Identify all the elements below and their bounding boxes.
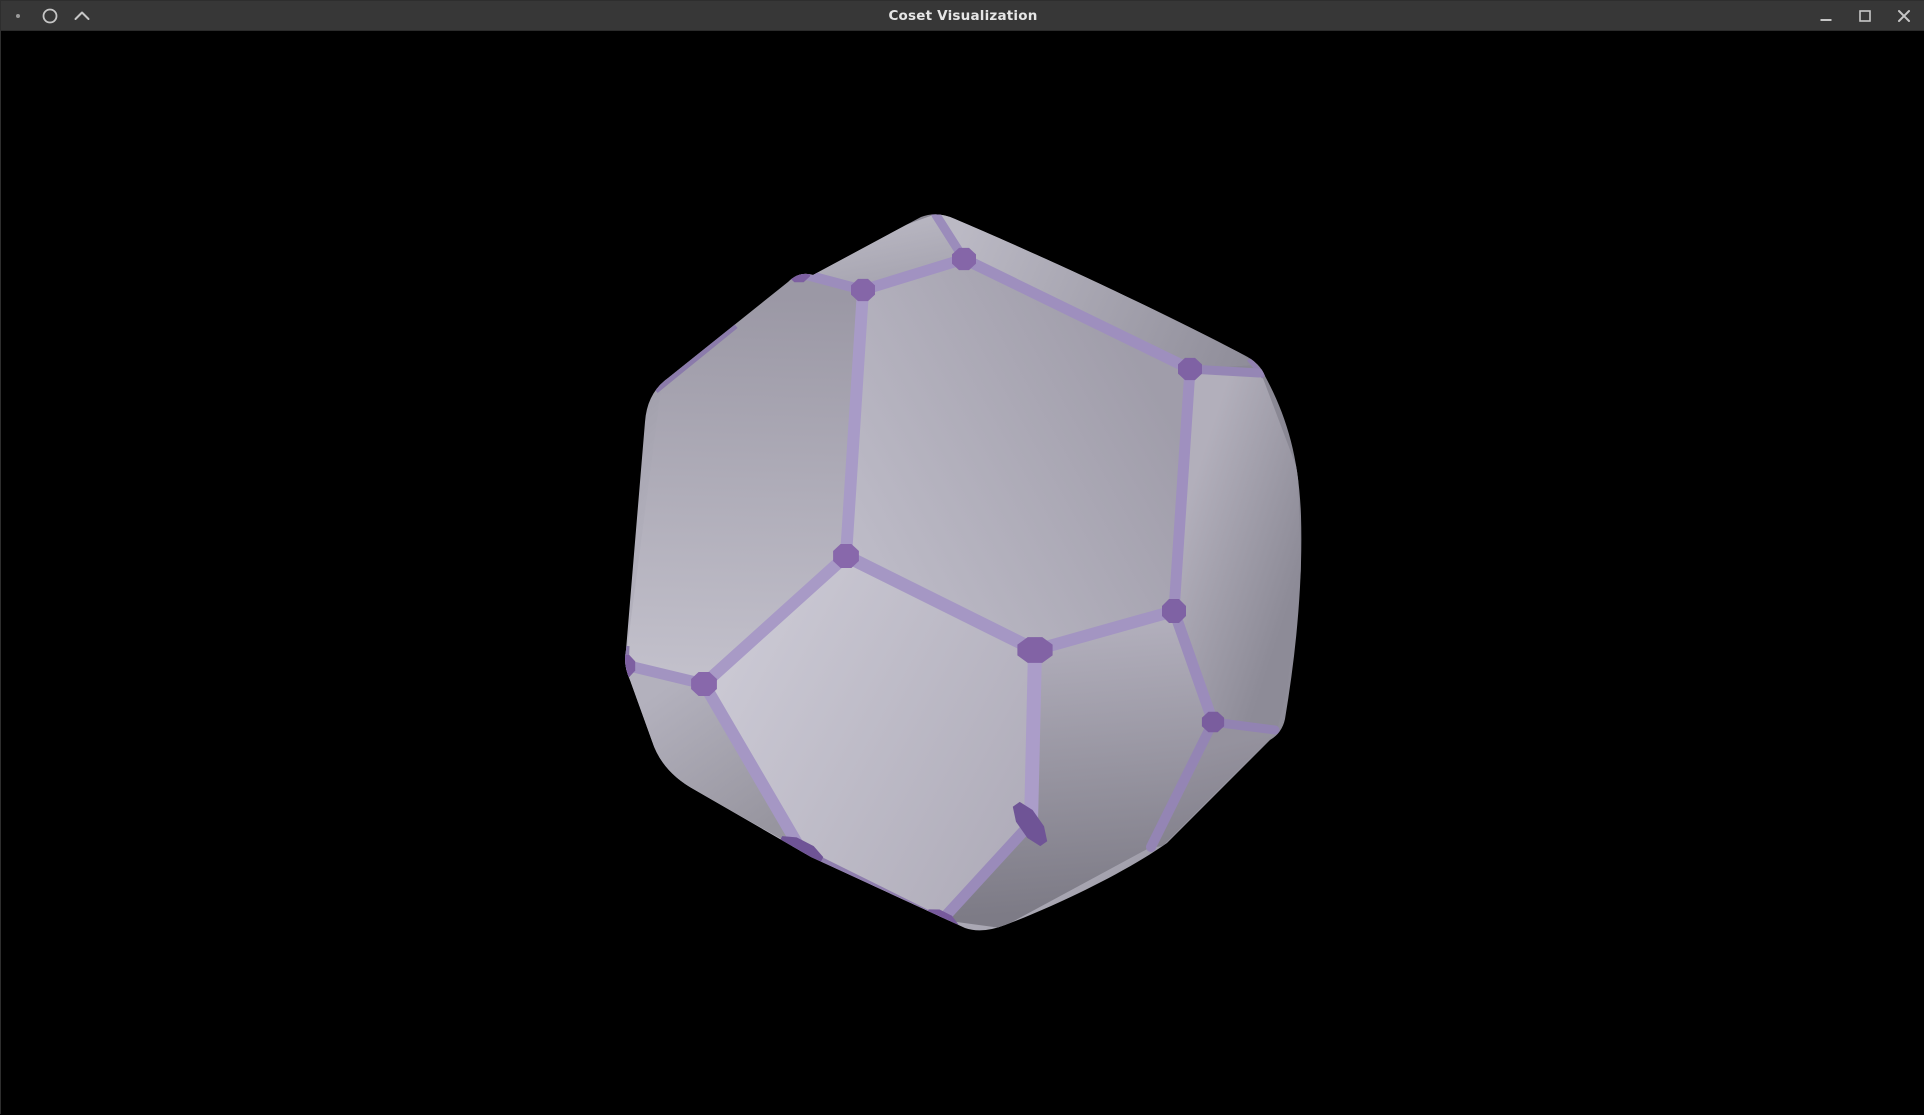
polyhedron-vertex bbox=[1202, 712, 1224, 732]
minimize-icon[interactable] bbox=[1817, 7, 1835, 25]
polyhedron-vertex bbox=[788, 262, 810, 282]
window-title: Coset Visualization bbox=[1, 1, 1924, 31]
close-icon[interactable] bbox=[1895, 7, 1913, 25]
polyhedron-vertex bbox=[1017, 637, 1052, 663]
chevron-up-icon[interactable] bbox=[73, 7, 91, 25]
polyhedron-vertex bbox=[952, 248, 976, 270]
window-controls bbox=[1817, 1, 1913, 31]
polyhedron-canvas bbox=[1, 31, 1924, 1115]
polyhedron-vertex bbox=[691, 672, 717, 696]
maximize-icon[interactable] bbox=[1856, 7, 1874, 25]
titlebar-left-icons bbox=[9, 1, 91, 31]
viewport-3d[interactable] bbox=[1, 31, 1924, 1115]
polyhedron bbox=[615, 214, 1301, 931]
dot-icon bbox=[9, 7, 27, 25]
polyhedron-vertex bbox=[615, 655, 635, 677]
polyhedron-vertex bbox=[1162, 599, 1186, 623]
polyhedron-edge bbox=[1031, 650, 1035, 823]
polyhedron-vertex bbox=[833, 544, 859, 568]
polyhedron-vertex bbox=[1178, 358, 1202, 380]
circle-icon[interactable] bbox=[41, 7, 59, 25]
app-window: Coset Visualization bbox=[0, 0, 1924, 1114]
titlebar[interactable]: Coset Visualization bbox=[1, 1, 1924, 31]
polyhedron-vertex bbox=[851, 279, 875, 301]
